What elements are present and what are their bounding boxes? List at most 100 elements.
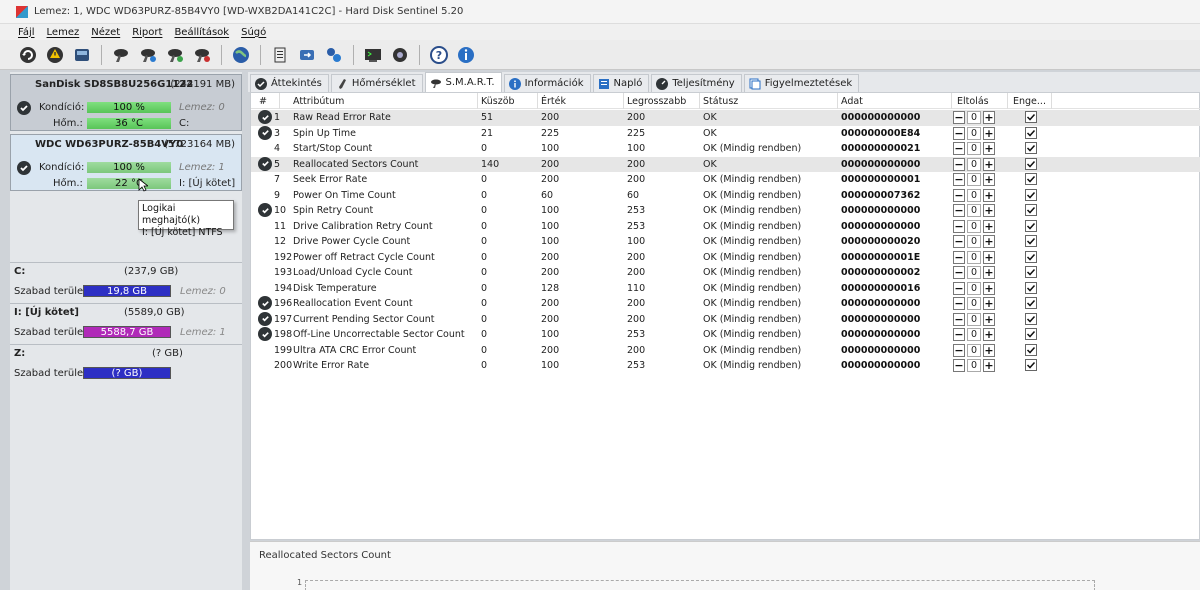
wrench-button[interactable] [109, 43, 133, 67]
enable-checkbox[interactable] [1025, 188, 1037, 201]
minus-button[interactable]: − [953, 142, 965, 155]
enable-checkbox[interactable] [1025, 126, 1037, 139]
plus-button[interactable]: + [983, 281, 995, 295]
table-row[interactable]: 4 Start/Stop Count 0 100 100 OK (Mindig rendb… [251, 141, 1200, 157]
minus-button[interactable]: − [953, 126, 965, 140]
network-button[interactable] [322, 43, 346, 67]
enable-checkbox[interactable] [1025, 281, 1037, 294]
menu-view[interactable]: Nézet [91, 27, 120, 38]
offset-value[interactable]: 0 [967, 312, 981, 326]
table-row[interactable]: 193 Load/Unload Cycle Count 0 200 200 OK (Min… [251, 265, 1200, 281]
offset-value[interactable]: 0 [967, 204, 981, 217]
offset-value[interactable]: 0 [967, 126, 981, 140]
col-worst[interactable]: Legrosszabb [627, 96, 686, 107]
tab-overview[interactable]: Áttekintés [250, 74, 329, 92]
minus-button[interactable]: − [953, 250, 965, 264]
wrench-blue-button[interactable] [136, 43, 160, 67]
table-row[interactable]: 198 Off-Line Uncorrectable Sector Count 0 1… [251, 327, 1200, 343]
plus-button[interactable]: + [983, 343, 995, 357]
table-row[interactable]: 194 Disk Temperature 0 128 110 OK (Mindig ren… [251, 281, 1200, 297]
table-row[interactable]: 199 Ultra ATA CRC Error Count 0 200 200 OK (M… [251, 343, 1200, 359]
table-row[interactable]: 196 Reallocation Event Count 0 200 200 OK (Mi… [251, 296, 1200, 312]
offset-value[interactable]: 0 [967, 328, 981, 341]
disk-card-1[interactable]: WDC WD63PURZ-85B4VY0 (5723164 MB) Kondíc… [10, 134, 242, 191]
disk-button[interactable] [70, 43, 94, 67]
table-row[interactable]: 197 Current Pending Sector Count 0 200 200 OK… [251, 311, 1200, 328]
offset-value[interactable]: 0 [967, 235, 981, 248]
col-data[interactable]: Adat [841, 96, 863, 107]
enable-checkbox[interactable] [1025, 312, 1037, 325]
enable-checkbox[interactable] [1025, 173, 1037, 185]
col-status[interactable]: Státusz [703, 96, 738, 107]
plus-button[interactable]: + [983, 111, 995, 124]
refresh-button[interactable] [16, 43, 40, 67]
enable-checkbox[interactable] [1025, 359, 1037, 371]
offset-value[interactable]: 0 [967, 142, 981, 155]
menu-settings[interactable]: Beállítások [174, 27, 229, 38]
minus-button[interactable]: − [953, 343, 965, 357]
menu-report[interactable]: Riport [132, 27, 162, 38]
minus-button[interactable]: − [953, 173, 965, 186]
minus-button[interactable]: − [953, 266, 965, 279]
terminal-button[interactable] [361, 43, 385, 67]
enable-checkbox[interactable] [1025, 142, 1037, 154]
minus-button[interactable]: − [953, 157, 965, 171]
col-offset[interactable]: Eltolás [957, 96, 989, 107]
offset-value[interactable]: 0 [967, 343, 981, 357]
tab-temperature[interactable]: Hőmérséklet [330, 74, 423, 92]
volume-z[interactable]: Z: (? GB) Szabad terület (? GB) [10, 344, 242, 384]
plus-button[interactable]: + [983, 328, 995, 341]
offset-value[interactable]: 0 [967, 266, 981, 279]
volume-i[interactable]: I: [Új kötet] (5589,0 GB) Szabad terület… [10, 303, 242, 343]
enable-checkbox[interactable] [1025, 343, 1037, 356]
plus-button[interactable]: + [983, 297, 995, 310]
minus-button[interactable]: − [953, 219, 965, 233]
col-value[interactable]: Érték [541, 96, 566, 107]
minus-button[interactable]: − [953, 204, 965, 217]
enable-checkbox[interactable] [1025, 204, 1037, 216]
enable-checkbox[interactable] [1025, 157, 1037, 170]
plus-button[interactable]: + [983, 157, 995, 171]
col-enable[interactable]: Enge... [1013, 96, 1046, 107]
table-row[interactable]: 7 Seek Error Rate 0 200 200 OK (Mindig rendbe… [251, 172, 1200, 188]
tab-information[interactable]: Információk [503, 74, 591, 92]
minus-button[interactable]: − [953, 297, 965, 310]
offset-value[interactable]: 0 [967, 297, 981, 310]
enable-checkbox[interactable] [1025, 250, 1037, 263]
plus-button[interactable]: + [983, 312, 995, 326]
help-button[interactable]: ? [427, 43, 451, 67]
enable-checkbox[interactable] [1025, 266, 1037, 278]
table-row[interactable]: 9 Power On Time Count 0 60 60 OK (Mindig rend… [251, 188, 1200, 204]
volume-c[interactable]: C: (237,9 GB) Szabad terület 19,8 GB Lem… [10, 262, 242, 302]
table-row[interactable]: 12 Drive Power Cycle Count 0 100 100 OK (Mind… [251, 234, 1200, 250]
plus-button[interactable]: + [983, 359, 995, 372]
minus-button[interactable]: − [953, 111, 965, 124]
col-attribute[interactable]: Attribútum [293, 96, 344, 107]
plus-button[interactable]: + [983, 173, 995, 186]
offset-value[interactable]: 0 [967, 111, 981, 124]
minus-button[interactable]: − [953, 235, 965, 248]
table-row[interactable]: 3 Spin Up Time 21 225 225 OK 000000000E84 −0 + [251, 125, 1200, 142]
enable-checkbox[interactable] [1025, 235, 1037, 247]
table-row[interactable]: 5 Reallocated Sectors Count 140 200 200 OK 000… [251, 156, 1200, 172]
enable-checkbox[interactable] [1025, 297, 1037, 309]
warning-button[interactable] [43, 43, 67, 67]
offset-value[interactable]: 0 [967, 281, 981, 295]
tab-log[interactable]: Napló [592, 74, 650, 92]
table-row[interactable]: 192 Power off Retract Cycle Count 0 200 200 O… [251, 250, 1200, 266]
sync-button[interactable] [295, 43, 319, 67]
menu-help[interactable]: Súgó [241, 27, 266, 38]
table-row[interactable]: 200 Write Error Rate 0 100 253 OK (Mindig ren… [251, 358, 1200, 374]
plus-button[interactable]: + [983, 126, 995, 140]
document-button[interactable] [268, 43, 292, 67]
tab-performance[interactable]: Teljesítmény [651, 74, 742, 92]
offset-value[interactable]: 0 [967, 219, 981, 233]
plus-button[interactable]: + [983, 235, 995, 248]
plus-button[interactable]: + [983, 142, 995, 155]
table-row[interactable]: 11 Drive Calibration Retry Count 0 100 253 OK… [251, 219, 1200, 235]
offset-value[interactable]: 0 [967, 359, 981, 372]
tab-smart[interactable]: S.M.A.R.T. [424, 72, 502, 92]
info-button[interactable] [454, 43, 478, 67]
menu-file[interactable]: Fájl [18, 27, 35, 38]
globe-button[interactable] [229, 43, 253, 67]
